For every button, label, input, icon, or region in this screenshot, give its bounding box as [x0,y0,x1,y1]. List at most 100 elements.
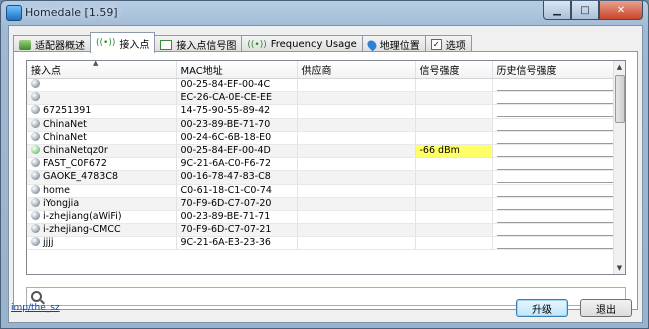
access-point-list[interactable]: 接入点 ▲ MAC地址 供应商 信号强度 历史信号强度 00-25-84-EF-0… [26,60,626,275]
close-button[interactable]: ✕ [599,1,643,20]
frequency-graph-icon: ((•)) [247,39,267,50]
signal-history-line [496,158,614,170]
author-link[interactable]: imp/the_sz [11,303,60,313]
access-point-name: GAOKE_4783C8 [43,171,119,183]
app-icon [6,5,22,21]
scroll-down-arrow-icon[interactable]: ▼ [614,262,625,274]
cell-signal [415,104,493,119]
cell-vendor [297,131,416,145]
table-row[interactable]: 67251391 14-75-90-55-89-42 [27,104,616,119]
access-point-icon [31,145,40,155]
vertical-scrollbar[interactable]: ▲ ▼ [613,61,625,274]
exit-button[interactable]: 退出 [580,299,632,317]
cell-signal-history [492,131,616,145]
signal-history-line [496,145,614,157]
access-point-icon [31,118,40,128]
cell-access-point: iYongjia [27,197,177,211]
cell-signal [415,184,493,198]
table-row[interactable]: ChinaNet 00-24-6C-6B-18-E0 [27,131,616,145]
tab-label: 接入点信号图 [176,41,237,52]
cell-mac: 70-F9-6D-C7-07-20 [176,197,298,211]
cell-mac: C0-61-18-C1-C0-74 [176,184,298,198]
tab-panel: 接入点 ▲ MAC地址 供应商 信号强度 历史信号强度 00-25-84-EF-0… [13,51,638,310]
cell-signal-history [492,118,616,132]
access-point-name: 67251391 [43,105,92,117]
cell-mac: 00-23-89-BE-71-71 [176,210,298,225]
maximize-button[interactable]: □ [571,1,599,20]
scrollbar-thumb[interactable] [615,75,625,123]
cell-vendor [297,144,416,159]
access-point-name: jjjj [43,237,54,249]
cell-access-point [27,91,177,106]
cell-signal [415,210,493,225]
access-point-icon [31,92,40,102]
access-point-name: i-zhejiang-CMCC [43,224,121,236]
signal-history-line [496,132,614,144]
access-point-icon [31,158,40,168]
cell-vendor [297,236,416,251]
access-point-icon [31,210,40,220]
cell-access-point: ChinaNetqz0r [27,144,177,159]
column-header-signal[interactable]: 信号强度 [415,61,493,79]
cell-signal: -66 dBm [415,144,493,159]
table-row[interactable]: i-zhejiang(aWiFi) 00-23-89-BE-71-71 [27,210,616,225]
column-header-mac[interactable]: MAC地址 [176,61,298,79]
table-row[interactable]: GAOKE_4783C8 00-16-78-47-83-C8 [27,170,616,185]
cell-signal-history [492,210,616,225]
cell-signal [415,91,493,106]
cell-mac: 00-23-89-BE-71-70 [176,118,298,132]
table-row[interactable]: EC-26-CA-0E-CE-EE [27,91,616,106]
table-row[interactable]: jjjj 9C-21-6A-E3-23-36 [27,236,616,251]
cell-signal-history [492,170,616,185]
cell-signal-history [492,91,616,106]
cell-signal-history [492,157,616,172]
title-bar[interactable]: Homedale [1.59] ▁ □ ✕ [1,1,648,25]
cell-signal [415,118,493,132]
cell-mac: 9C-21-6A-E3-23-36 [176,236,298,251]
network-adapter-icon [19,39,31,50]
column-header-access-point[interactable]: 接入点 ▲ [27,61,177,79]
table-header-row: 接入点 ▲ MAC地址 供应商 信号强度 历史信号强度 [27,61,616,79]
table-row[interactable]: i-zhejiang-CMCC 70-F9-6D-C7-07-21 [27,223,616,238]
column-header-vendor[interactable]: 供应商 [297,61,416,79]
signal-history-line [496,237,614,249]
search-icon [31,291,42,302]
column-header-signal-history[interactable]: 历史信号强度 [492,61,616,79]
table-row[interactable]: ChinaNet 00-23-89-BE-71-70 [27,118,616,132]
cell-access-point: i-zhejiang(aWiFi) [27,210,177,225]
table-row[interactable]: 00-25-84-EF-00-4C [27,78,616,93]
scroll-up-arrow-icon[interactable]: ▲ [614,61,625,73]
signal-history-line [496,198,614,210]
cell-vendor [297,78,416,93]
table-row[interactable]: ChinaNetqz0r 00-25-84-EF-00-4D -66 dBm [27,144,616,159]
location-pin-icon [365,38,379,51]
signal-history-line [496,119,614,131]
minimize-button[interactable]: ▁ [543,1,571,20]
cell-access-point [27,78,177,93]
cell-access-point: ChinaNet [27,118,177,132]
cell-vendor [297,210,416,225]
cell-mac: EC-26-CA-0E-CE-EE [176,91,298,106]
table-row[interactable]: home C0-61-18-C1-C0-74 [27,184,616,198]
cell-access-point: jjjj [27,236,177,251]
cell-vendor [297,197,416,211]
wifi-signal-icon: ((•)) [96,38,116,48]
signal-history-line [496,171,614,183]
table-row[interactable]: FAST_C0F672 9C-21-6A-C0-F6-72 [27,157,616,172]
tab-strip: 适配器概述 ((•)) 接入点 接入点信号图 ((•)) Frequency U… [13,32,472,53]
tab-access-points[interactable]: ((•)) 接入点 [90,32,156,53]
table-row[interactable]: iYongjia 70-F9-6D-C7-07-20 [27,197,616,211]
upgrade-button[interactable]: 升级 [516,299,568,317]
cell-mac: 00-16-78-47-83-C8 [176,170,298,185]
tab-label: Frequency Usage [270,39,357,50]
signal-history-line [496,79,614,91]
cell-signal [415,131,493,145]
cell-vendor [297,184,416,198]
access-point-icon [31,79,40,89]
cell-vendor [297,118,416,132]
cell-signal-history [492,223,616,238]
tab-label: 接入点 [119,39,150,51]
access-point-name: home [43,184,70,196]
access-point-name: iYongjia [43,197,80,209]
tab-label: 选项 [445,41,466,52]
